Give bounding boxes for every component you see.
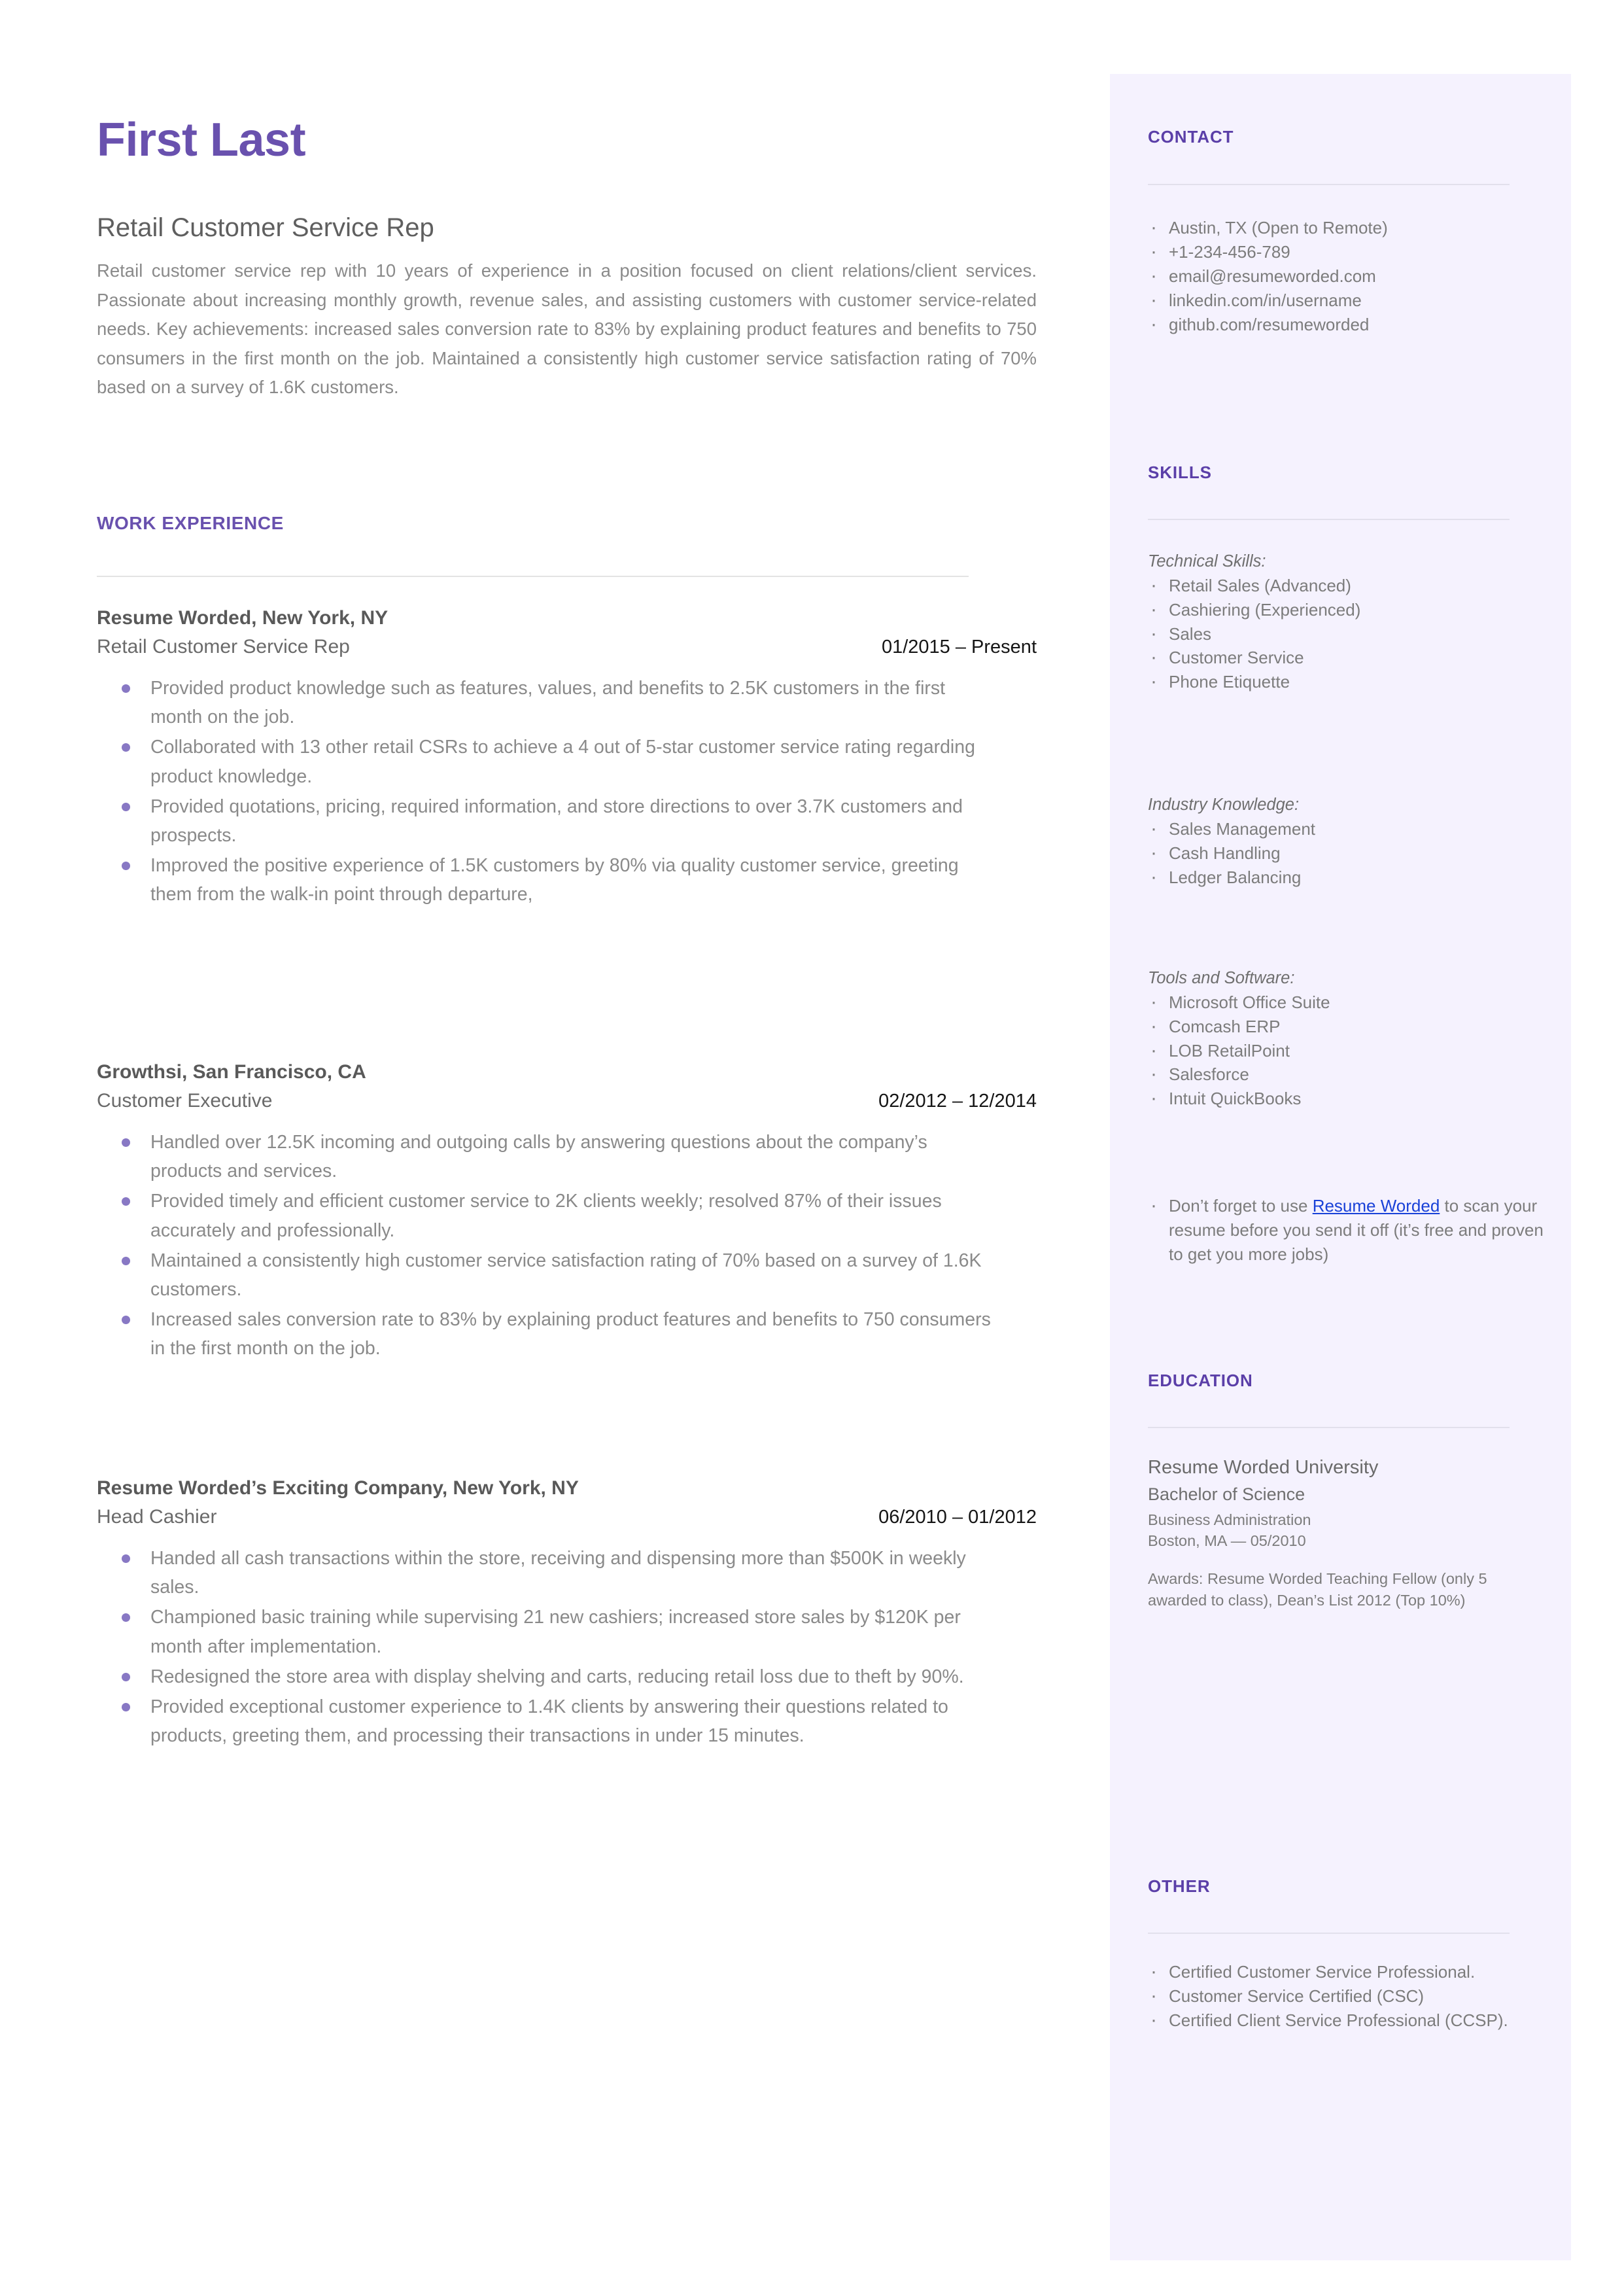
job-title: Head Cashier xyxy=(97,1506,217,1528)
list-item: Cashiering (Experienced) xyxy=(1148,596,1532,623)
list-item: Increased sales conversion rate to 83% b… xyxy=(97,1305,994,1363)
list-item: Customer Service xyxy=(1148,644,1532,671)
list-item: email@resumeworded.com xyxy=(1148,262,1532,290)
list-item: linkedin.com/in/username xyxy=(1148,287,1532,314)
list-item: Championed basic training while supervis… xyxy=(97,1603,994,1660)
list-item: Provided product knowledge such as featu… xyxy=(97,674,994,731)
job-company: Resume Worded’s Exciting Company, New Yo… xyxy=(97,1477,579,1499)
education-school: Resume Worded University xyxy=(1148,1457,1379,1478)
list-item: Provided exceptional customer experience… xyxy=(97,1692,994,1750)
education-location-date: Boston, MA — 05/2010 xyxy=(1148,1532,1306,1549)
skills-group-list: Retail Sales (Advanced) Cashiering (Expe… xyxy=(1148,572,1532,696)
section-divider-education xyxy=(1148,1427,1510,1428)
education-major: Business Administration xyxy=(1148,1511,1311,1528)
skills-group-label: Tools and Software: xyxy=(1148,969,1295,987)
section-divider-skills xyxy=(1148,519,1510,520)
skills-group-label: Technical Skills: xyxy=(1148,552,1266,570)
promo-note: Don’t forget to use Resume Worded to sca… xyxy=(1148,1192,1548,1267)
job-entry: Resume Worded’s Exciting Company, New Yo… xyxy=(97,1477,1037,1751)
job-title-row: Retail Customer Service Rep 01/2015 – Pr… xyxy=(97,636,1037,658)
list-item: Microsoft Office Suite xyxy=(1148,989,1532,1016)
job-entry: Growthsi, San Francisco, CA Customer Exe… xyxy=(97,1061,1037,1364)
section-heading-skills: SKILLS xyxy=(1148,463,1212,482)
job-company: Growthsi, San Francisco, CA xyxy=(97,1061,366,1083)
list-item: Sales xyxy=(1148,620,1532,648)
job-bullets: Handed all cash transactions within the … xyxy=(97,1544,1037,1750)
skills-group-label: Industry Knowledge: xyxy=(1148,796,1300,814)
resume-page: First Last Retail Customer Service Rep R… xyxy=(0,0,1624,2295)
job-title-row: Customer Executive 02/2012 – 12/2014 xyxy=(97,1090,1037,1112)
job-entry: Resume Worded, New York, NY Retail Custo… xyxy=(97,607,1037,910)
section-heading-work-experience: WORK EXPERIENCE xyxy=(97,513,284,533)
job-bullets: Provided product knowledge such as featu… xyxy=(97,674,1037,909)
list-item: Ledger Balancing xyxy=(1148,864,1532,891)
list-item: Intuit QuickBooks xyxy=(1148,1085,1532,1112)
list-item: Improved the positive experience of 1.5K… xyxy=(97,851,994,909)
list-item: Handed all cash transactions within the … xyxy=(97,1544,994,1602)
section-divider-contact xyxy=(1148,184,1510,185)
list-item: Retail Sales (Advanced) xyxy=(1148,572,1532,599)
job-dates: 06/2010 – 01/2012 xyxy=(878,1507,1037,1528)
skills-group: Industry Knowledge: Sales Management Cas… xyxy=(1148,794,1532,891)
list-item: Handled over 12.5K incoming and outgoing… xyxy=(97,1128,994,1185)
skills-group: Tools and Software: Microsoft Office Sui… xyxy=(1148,967,1532,1113)
other-list: Certified Customer Service Professional.… xyxy=(1148,1958,1532,2034)
job-title: Customer Executive xyxy=(97,1090,273,1112)
section-heading-contact: CONTACT xyxy=(1148,127,1234,147)
education-awards: Awards: Resume Worded Teaching Fellow (o… xyxy=(1148,1570,1487,1609)
list-item: Austin, TX (Open to Remote) xyxy=(1148,214,1532,241)
list-item: +1-234-456-789 xyxy=(1148,238,1532,266)
section-heading-other: OTHER xyxy=(1148,1876,1211,1896)
skills-group: Technical Skills: Retail Sales (Advanced… xyxy=(1148,550,1532,696)
list-item: Provided timely and efficient customer s… xyxy=(97,1187,994,1244)
education-entry: Resume Worded University Bachelor of Sci… xyxy=(1148,1456,1532,1611)
list-item: Customer Service Certified (CSC) xyxy=(1148,1982,1532,2010)
list-item: Redesigned the store area with display s… xyxy=(97,1662,994,1691)
skills-group-list: Sales Management Cash Handling Ledger Ba… xyxy=(1148,815,1532,891)
list-item: Certified Client Service Professional (C… xyxy=(1148,2006,1532,2034)
section-heading-education: EDUCATION xyxy=(1148,1371,1253,1390)
education-degree: Bachelor of Science xyxy=(1148,1484,1305,1505)
contact-list: Austin, TX (Open to Remote) +1-234-456-7… xyxy=(1148,214,1532,338)
summary-paragraph: Retail customer service rep with 10 year… xyxy=(97,260,1037,398)
list-item: Collaborated with 13 other retail CSRs t… xyxy=(97,733,994,790)
skills-group-list: Microsoft Office Suite Comcash ERP LOB R… xyxy=(1148,989,1532,1113)
list-item: LOB RetailPoint xyxy=(1148,1037,1532,1064)
list-item: github.com/resumeworded xyxy=(1148,311,1532,338)
list-item: Comcash ERP xyxy=(1148,1013,1532,1040)
list-item: Maintained a consistently high customer … xyxy=(97,1246,994,1304)
resume-worded-link[interactable]: Resume Worded xyxy=(1313,1196,1440,1216)
job-company: Resume Worded, New York, NY xyxy=(97,607,389,629)
promo-text-before: Don’t forget to use xyxy=(1169,1196,1313,1216)
list-item: Phone Etiquette xyxy=(1148,668,1532,695)
job-bullets: Handled over 12.5K incoming and outgoing… xyxy=(97,1128,1037,1363)
list-item: Salesforce xyxy=(1148,1060,1532,1088)
list-item: Cash Handling xyxy=(1148,839,1532,867)
page-title: First Last xyxy=(97,114,306,166)
job-title: Retail Customer Service Rep xyxy=(97,636,350,657)
role-subtitle: Retail Customer Service Rep xyxy=(97,213,434,242)
section-divider-other xyxy=(1148,1933,1510,1934)
list-item: Provided quotations, pricing, required i… xyxy=(97,792,994,850)
list-item: Certified Customer Service Professional. xyxy=(1148,1958,1532,1986)
list-item: Sales Management xyxy=(1148,815,1532,843)
sidebar: CONTACT Austin, TX (Open to Remote) +1-2… xyxy=(1110,74,1571,2260)
job-dates: 01/2015 – Present xyxy=(881,637,1037,657)
section-divider-work xyxy=(97,576,969,577)
job-title-row: Head Cashier 06/2010 – 01/2012 xyxy=(97,1506,1037,1528)
job-dates: 02/2012 – 12/2014 xyxy=(878,1091,1037,1112)
